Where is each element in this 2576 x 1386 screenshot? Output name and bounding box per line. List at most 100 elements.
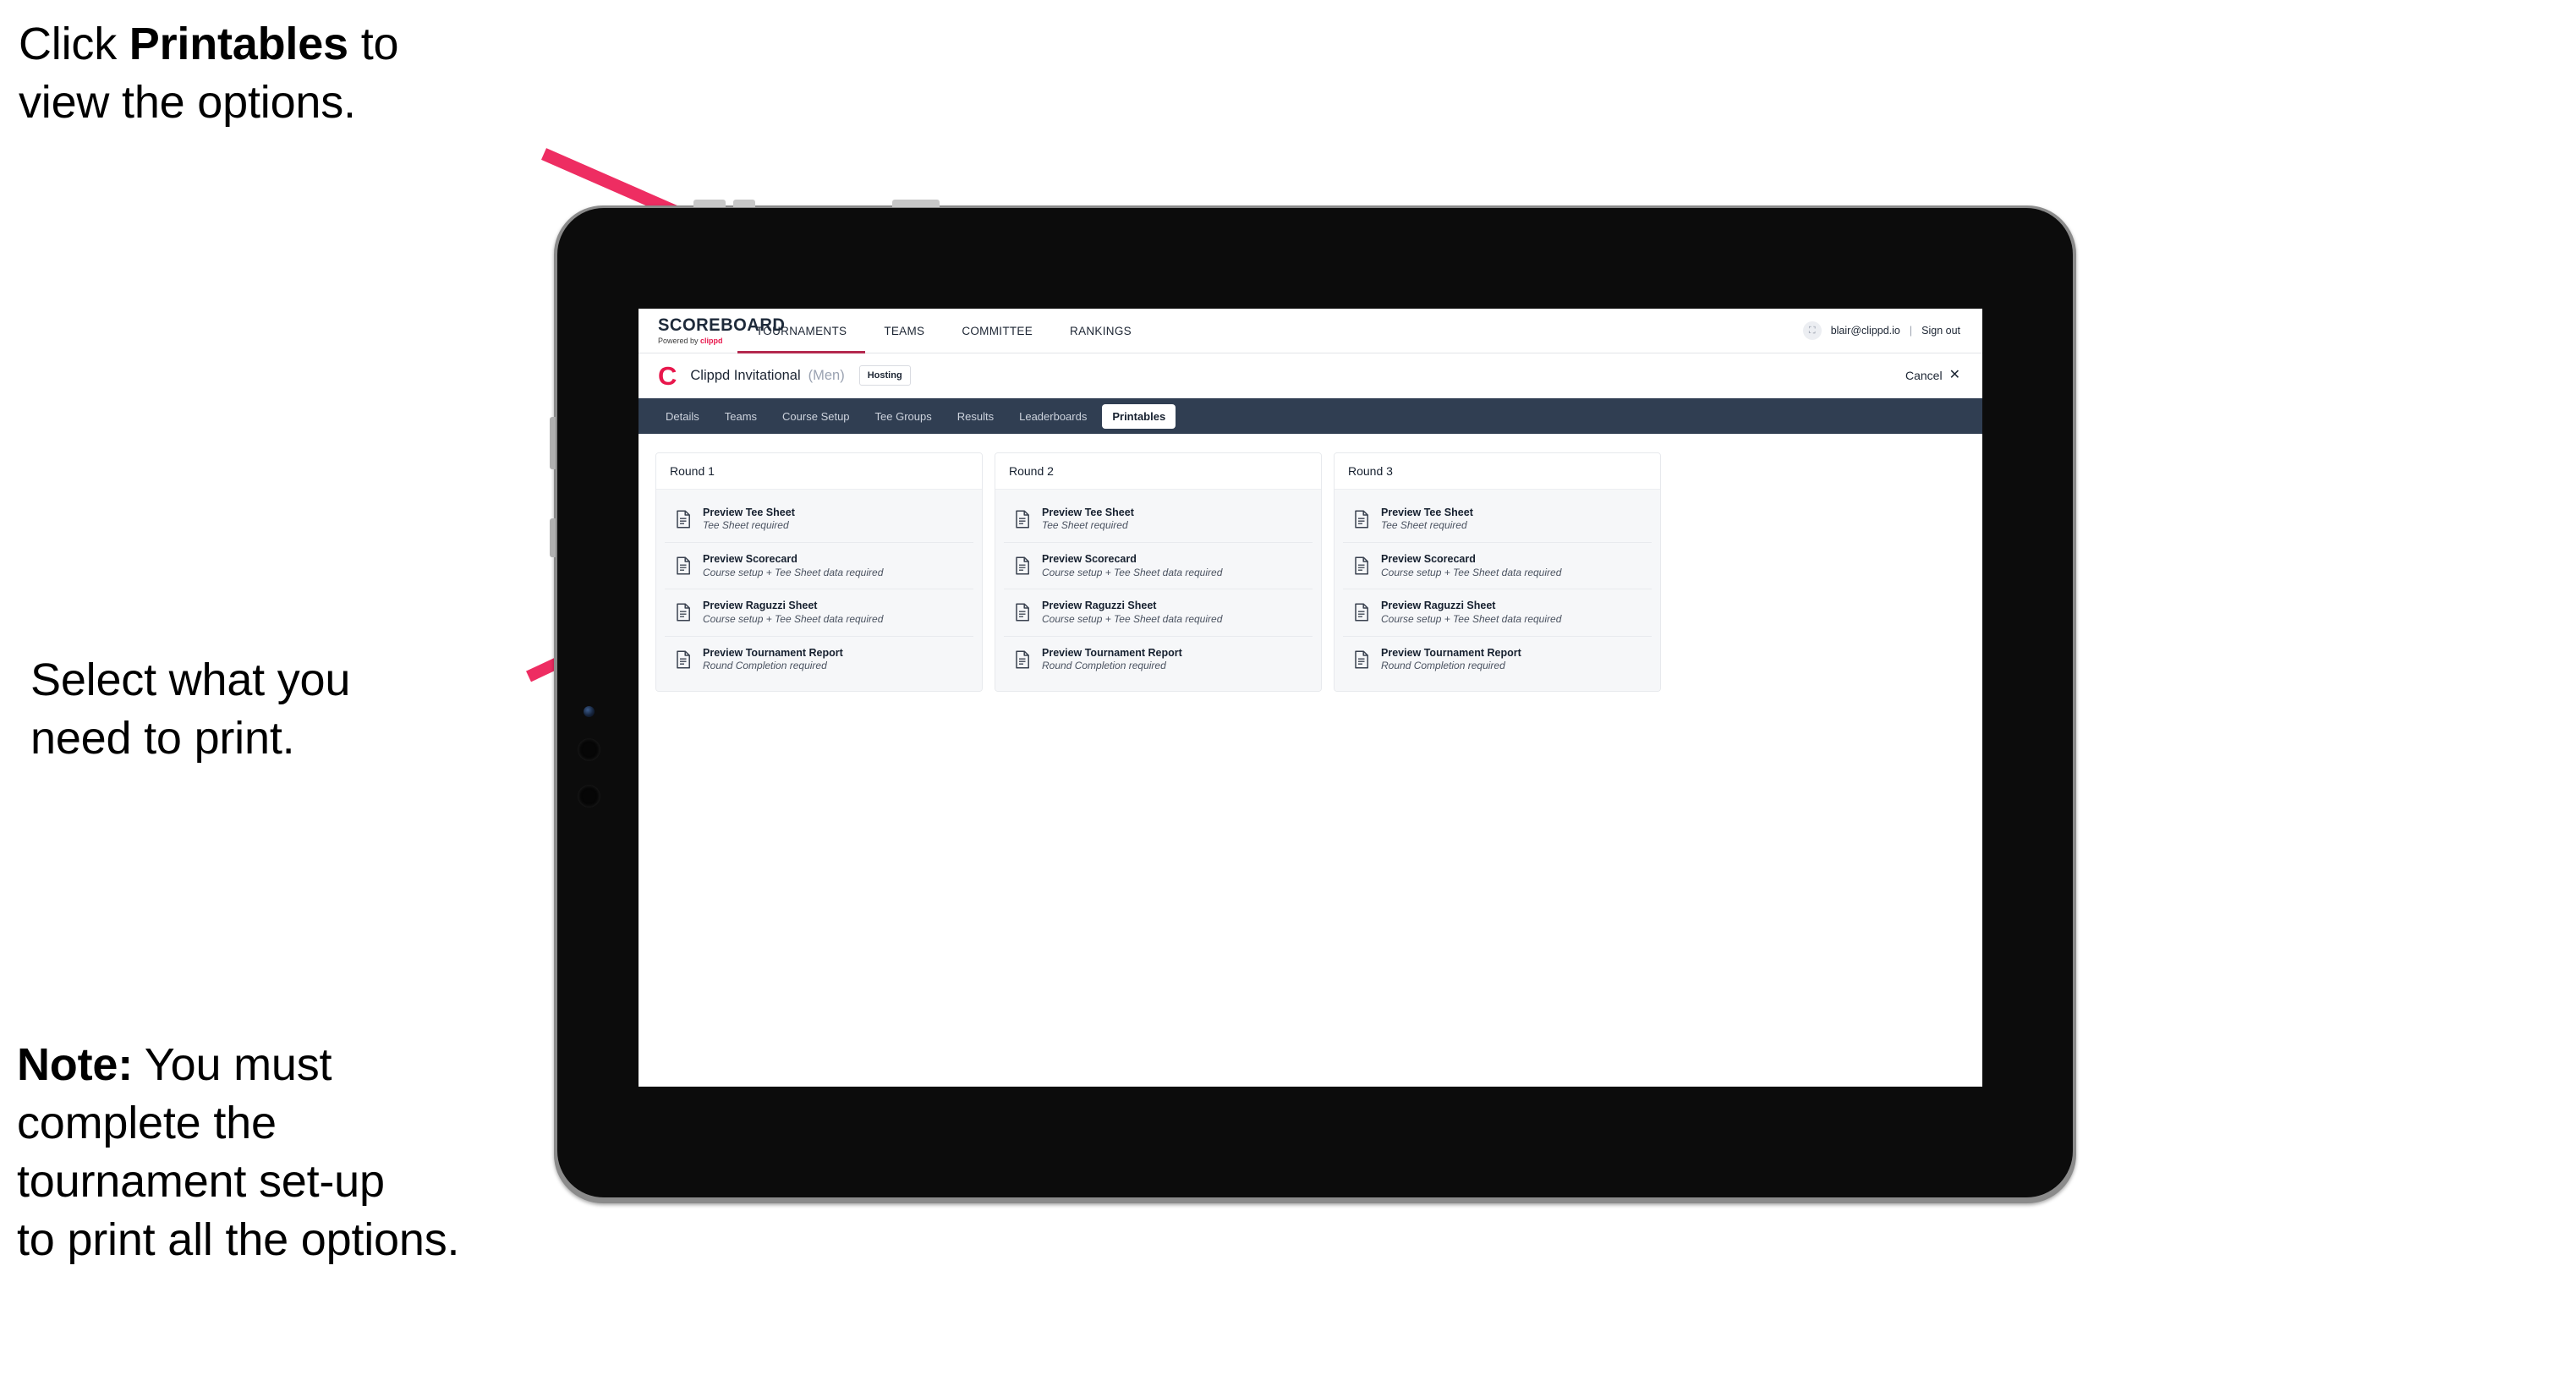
logo-wordmark: SCOREBOARD bbox=[658, 315, 786, 335]
nav-item-tournaments[interactable]: TOURNAMENTS bbox=[737, 309, 866, 353]
printable-row[interactable]: Preview Raguzzi Sheet Course setup + Tee… bbox=[1343, 589, 1652, 637]
printable-row[interactable]: Preview Tournament Report Round Completi… bbox=[665, 636, 973, 682]
document-icon bbox=[677, 650, 690, 669]
tablet-hardware-button-2[interactable] bbox=[578, 785, 600, 808]
printables-content: Round 1 Preview Tee Sheet Tee Sheet requ… bbox=[639, 434, 1982, 692]
printable-row-text: Preview Raguzzi Sheet Course setup + Tee… bbox=[703, 600, 883, 625]
printable-row[interactable]: Preview Tournament Report Round Completi… bbox=[1004, 636, 1313, 682]
printable-requirement: Tee Sheet required bbox=[1042, 519, 1128, 532]
callout-click-printables: Click Printables to view the options. bbox=[19, 19, 399, 129]
logo-tagline-prefix: Powered by bbox=[658, 337, 701, 345]
printable-row[interactable]: Preview Tee Sheet Tee Sheet required bbox=[1343, 496, 1652, 544]
printable-title: Preview Scorecard bbox=[1381, 553, 1476, 566]
tournament-name: Clippd Invitational bbox=[690, 367, 801, 383]
printable-requirement: Tee Sheet required bbox=[703, 519, 789, 532]
printable-title: Preview Tournament Report bbox=[1042, 646, 1182, 659]
printable-requirement: Course setup + Tee Sheet data required bbox=[1381, 566, 1562, 578]
tab-teams[interactable]: Teams bbox=[715, 404, 767, 429]
logo-tagline: Powered by clippd bbox=[658, 337, 737, 345]
document-icon bbox=[1355, 556, 1368, 575]
printable-row[interactable]: Preview Scorecard Course setup + Tee She… bbox=[665, 543, 973, 590]
tournament-gender: (Men) bbox=[808, 367, 845, 383]
printable-row-text: Preview Scorecard Course setup + Tee She… bbox=[1042, 553, 1222, 578]
printable-row[interactable]: Preview Tournament Report Round Completi… bbox=[1343, 636, 1652, 682]
nav-item-teams[interactable]: TEAMS bbox=[865, 309, 943, 353]
printable-requirement: Round Completion required bbox=[1381, 659, 1505, 671]
sign-out-button[interactable]: Sign out bbox=[1921, 325, 1960, 337]
round-items: Preview Tee Sheet Tee Sheet required Pre… bbox=[1335, 490, 1660, 691]
printable-requirement: Course setup + Tee Sheet data required bbox=[1042, 612, 1223, 625]
document-icon bbox=[1355, 603, 1368, 622]
tournament-header-bar: C Clippd Invitational (Men) Hosting Canc… bbox=[639, 353, 1982, 398]
callout-select-print: Select what you need to print. bbox=[30, 655, 351, 764]
document-icon bbox=[1355, 650, 1368, 669]
round-column-2: Round 2 Preview Tee Sheet Tee Sheet requ… bbox=[995, 452, 1322, 692]
printable-title: Preview Raguzzi Sheet bbox=[703, 600, 818, 612]
printable-requirement: Round Completion required bbox=[1042, 659, 1166, 671]
tablet-side-strip-1 bbox=[550, 417, 556, 469]
printable-row-text: Preview Tee Sheet Tee Sheet required bbox=[1042, 507, 1134, 532]
tablet-top-button-3[interactable] bbox=[892, 200, 940, 207]
cancel-button[interactable]: Cancel ✕ bbox=[1905, 368, 1960, 383]
account-separator: | bbox=[1909, 325, 1913, 337]
tab-printables[interactable]: Printables bbox=[1102, 403, 1176, 429]
close-icon: ✕ bbox=[1948, 368, 1960, 382]
tablet-side-strip-2 bbox=[550, 518, 556, 557]
round-column-3: Round 3 Preview Tee Sheet Tee Sheet requ… bbox=[1334, 452, 1661, 692]
printable-row-text: Preview Tournament Report Round Completi… bbox=[1381, 647, 1521, 672]
document-icon bbox=[677, 556, 690, 575]
primary-nav: TOURNAMENTS TEAMS COMMITTEE RANKINGS bbox=[737, 309, 1150, 353]
nav-item-rankings[interactable]: RANKINGS bbox=[1051, 309, 1150, 353]
printable-row-text: Preview Tournament Report Round Completi… bbox=[703, 647, 843, 672]
tab-results[interactable]: Results bbox=[947, 404, 1004, 429]
printable-title: Preview Tee Sheet bbox=[1042, 507, 1134, 518]
tab-leaderboards[interactable]: Leaderboards bbox=[1009, 404, 1097, 429]
printable-row[interactable]: Preview Scorecard Course setup + Tee She… bbox=[1004, 543, 1313, 590]
printable-title: Preview Tee Sheet bbox=[1381, 507, 1473, 518]
printable-title: Preview Tee Sheet bbox=[703, 507, 795, 518]
printable-row-text: Preview Raguzzi Sheet Course setup + Tee… bbox=[1042, 600, 1222, 625]
tablet-top-button-1[interactable] bbox=[693, 200, 726, 207]
avatar[interactable]: ⛶ bbox=[1802, 321, 1822, 340]
nav-item-committee[interactable]: COMMITTEE bbox=[943, 309, 1051, 353]
printable-requirement: Course setup + Tee Sheet data required bbox=[1381, 612, 1562, 625]
account-area: ⛶ blair@clippd.io | Sign out bbox=[1802, 309, 1982, 353]
tablet-top-button-2[interactable] bbox=[733, 200, 755, 207]
camera-icon bbox=[584, 706, 595, 717]
printable-title: Preview Tournament Report bbox=[703, 646, 843, 659]
status-badge: Hosting bbox=[858, 365, 911, 386]
printable-row-text: Preview Raguzzi Sheet Course setup + Tee… bbox=[1381, 600, 1561, 625]
printable-requirement: Course setup + Tee Sheet data required bbox=[1042, 566, 1223, 578]
cancel-label: Cancel bbox=[1905, 369, 1943, 382]
document-icon bbox=[1355, 510, 1368, 529]
document-icon bbox=[1016, 650, 1029, 669]
app-top-bar: SCOREBOARD Powered by clippd TOURNAMENTS… bbox=[639, 309, 1982, 353]
callout-3-bold: Note: bbox=[17, 1039, 133, 1090]
round-items: Preview Tee Sheet Tee Sheet required Pre… bbox=[656, 490, 982, 691]
document-icon bbox=[1016, 510, 1029, 529]
printable-row[interactable]: Preview Scorecard Course setup + Tee She… bbox=[1343, 543, 1652, 590]
logo-tagline-brand: clippd bbox=[700, 337, 723, 345]
printable-title: Preview Scorecard bbox=[703, 553, 797, 566]
printable-row[interactable]: Preview Tee Sheet Tee Sheet required bbox=[665, 496, 973, 544]
printable-row[interactable]: Preview Tee Sheet Tee Sheet required bbox=[1004, 496, 1313, 544]
printable-row[interactable]: Preview Raguzzi Sheet Course setup + Tee… bbox=[665, 589, 973, 637]
printable-requirement: Course setup + Tee Sheet data required bbox=[703, 612, 884, 625]
app-screen: SCOREBOARD Powered by clippd TOURNAMENTS… bbox=[639, 309, 1982, 1087]
document-icon bbox=[677, 510, 690, 529]
round-title: Round 3 bbox=[1335, 453, 1660, 490]
tab-details[interactable]: Details bbox=[655, 404, 710, 429]
round-column-1: Round 1 Preview Tee Sheet Tee Sheet requ… bbox=[655, 452, 983, 692]
account-email: blair@clippd.io bbox=[1830, 325, 1900, 337]
round-title: Round 2 bbox=[995, 453, 1321, 490]
round-items: Preview Tee Sheet Tee Sheet required Pre… bbox=[995, 490, 1321, 691]
tournament-sub-nav: Details Teams Course Setup Tee Groups Re… bbox=[639, 398, 1982, 434]
printable-requirement: Tee Sheet required bbox=[1381, 519, 1467, 532]
scoreboard-logo[interactable]: SCOREBOARD Powered by clippd bbox=[639, 309, 786, 353]
tab-course-setup[interactable]: Course Setup bbox=[772, 404, 860, 429]
callout-1-bold: Printables bbox=[129, 19, 348, 69]
tablet-hardware-button-1[interactable] bbox=[578, 738, 600, 761]
printable-row[interactable]: Preview Raguzzi Sheet Course setup + Tee… bbox=[1004, 589, 1313, 637]
tab-tee-groups[interactable]: Tee Groups bbox=[865, 404, 942, 429]
printable-requirement: Round Completion required bbox=[703, 659, 827, 671]
